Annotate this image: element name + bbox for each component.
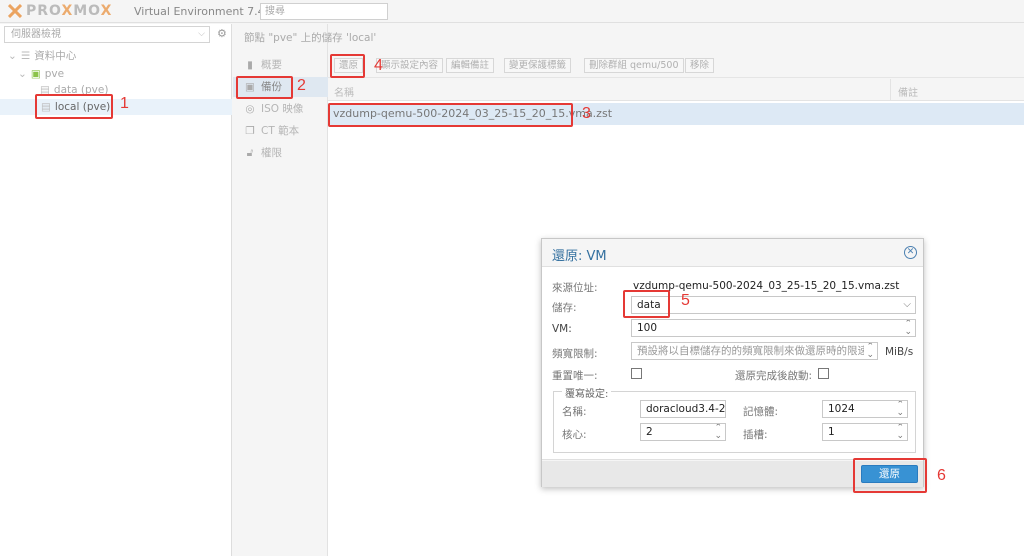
show-config-button[interactable]: 顯示設定內容: [376, 58, 444, 73]
stepper-icon[interactable]: ⌃ ⌄: [864, 343, 874, 359]
copy-icon: ❐: [245, 125, 255, 137]
restore-vm-dialog: 還原: VM ✕ 來源位址: vzdump-qemu-500-2024_03_2…: [541, 238, 924, 487]
view-selector[interactable]: 伺服器檢視 ⌵: [4, 26, 210, 43]
disc-icon: ◎: [245, 103, 255, 115]
backup-toolbar: 還原 顯示設定內容 編輯備註 變更保護標籤 刪除群組 qemu/500 移除: [328, 52, 1024, 78]
annotation-2: 2: [297, 77, 306, 94]
name-input[interactable]: doracloud3.4-202: [640, 400, 726, 418]
vmid-value: 100: [637, 322, 658, 334]
version-label: Virtual Environment 7.4-3: [134, 5, 276, 18]
memory-label: 記憶體:: [743, 406, 779, 418]
name-value: doracloud3.4-202: [646, 403, 726, 415]
highlight-box-6: [853, 458, 927, 493]
start-after-restore-label: 還原完成後啟動:: [735, 370, 813, 382]
book-icon: ▮: [247, 59, 253, 71]
annotation-5: 5: [681, 292, 690, 309]
stepper-icon[interactable]: ⌃ ⌄: [896, 401, 904, 417]
unique-label: 重置唯一:: [552, 370, 598, 382]
annotation-1: 1: [120, 95, 129, 112]
gear-icon[interactable]: ⚙: [217, 27, 227, 40]
column-header-notes[interactable]: 備註: [898, 84, 918, 99]
start-after-restore-checkbox[interactable]: [818, 368, 829, 379]
cores-input[interactable]: 2 ⌃ ⌄: [640, 423, 726, 441]
remove-button[interactable]: 移除: [685, 58, 715, 73]
highlight-box-5: [623, 290, 670, 318]
annotation-6: 6: [937, 467, 946, 484]
bandwidth-label: 頻寬限制:: [552, 348, 598, 360]
override-settings-fieldset: 覆寫設定: 名稱: doracloud3.4-202 記憶體: 1024 ⌃⌄ …: [553, 385, 916, 453]
nav-permissions[interactable]: 🔓︎ 權限: [233, 143, 328, 163]
top-header: PROXMOX Virtual Environment 7.4-3 搜尋: [0, 0, 1024, 23]
override-settings-legend: 覆寫設定:: [562, 385, 612, 400]
tree-item-datacenter[interactable]: ⌄ ☰ 資料中心: [8, 48, 76, 64]
vm-label: VM:: [552, 323, 572, 335]
storage-label: 儲存:: [552, 302, 577, 314]
dialog-body: 來源位址: vzdump-qemu-500-2024_03_25-15_20_1…: [542, 266, 923, 460]
search-input[interactable]: 搜尋: [260, 3, 388, 20]
column-header-name[interactable]: 名稱: [334, 84, 354, 99]
highlight-box-1: [35, 94, 113, 119]
storage-select[interactable]: data ⌵: [631, 296, 916, 314]
highlight-box-3: [328, 103, 573, 127]
nav-iso-images[interactable]: ◎ ISO 映像: [233, 99, 328, 119]
page-title: 節點 "pve" 上的儲存 'local': [244, 32, 377, 44]
dialog-title: 還原: VM: [552, 249, 607, 264]
chevron-down-icon: ⌄: [8, 50, 17, 62]
tree-item-pve[interactable]: ⌄ ▣ pve: [18, 66, 64, 82]
stepper-icon[interactable]: ⌃ ⌄: [714, 424, 722, 440]
stepper-icon[interactable]: ⌃ ⌄: [896, 424, 904, 440]
cores-value: 2: [646, 426, 653, 438]
view-selector-label: 伺服器檢視: [11, 29, 61, 40]
server-icon: ▣: [30, 68, 41, 80]
bandwidth-input[interactable]: 預設將以自標儲存的的頻寬限制來做還原時的限速 ⌃ ⌄: [631, 342, 878, 360]
chevron-down-icon: ⌵: [198, 29, 205, 39]
memory-value: 1024: [828, 403, 855, 415]
sockets-label: 插槽:: [743, 429, 768, 441]
bandwidth-placeholder: 預設將以自標儲存的的頻寬限制來做還原時的限速: [637, 345, 868, 357]
sockets-input[interactable]: 1 ⌃ ⌄: [822, 423, 908, 441]
chevron-down-icon: ⌄: [18, 68, 27, 80]
source-label: 來源位址:: [552, 282, 598, 294]
grid-header: 名稱 備註: [328, 79, 1024, 101]
source-value: vzdump-qemu-500-2024_03_25-15_20_15.vma.…: [633, 280, 900, 292]
annotation-4: 4: [374, 57, 383, 74]
prune-group-button[interactable]: 刪除群組 qemu/500: [584, 58, 684, 73]
column-divider: [890, 79, 891, 101]
edit-notes-button[interactable]: 編輯備註: [446, 58, 495, 73]
memory-input[interactable]: 1024 ⌃ ⌄: [822, 400, 908, 418]
bandwidth-unit: MiB/s: [885, 346, 914, 358]
proxmox-logo: PROXMOX: [26, 3, 113, 19]
stepper-icon[interactable]: ⌃ ⌄: [904, 320, 912, 336]
datacenter-icon: ☰: [20, 50, 31, 62]
highlight-box-2: [236, 76, 293, 99]
storage-nav-panel: ▮ 概要 ▣ 備份 ◎ ISO 映像 ❐ CT 範本 🔓︎ 權限: [233, 24, 328, 556]
name-label: 名稱:: [562, 406, 587, 418]
proxmox-x-icon: [8, 4, 22, 18]
vmid-input[interactable]: 100 ⌃ ⌄: [631, 319, 916, 337]
chevron-down-icon: ⌵: [903, 299, 911, 310]
cores-label: 核心:: [562, 429, 587, 441]
close-icon[interactable]: ✕: [904, 246, 917, 259]
annotation-3: 3: [582, 105, 591, 122]
nav-summary[interactable]: ▮ 概要: [233, 55, 328, 75]
change-protection-button[interactable]: 變更保護標籤: [504, 58, 572, 73]
sockets-value: 1: [828, 426, 835, 438]
nav-ct-templates[interactable]: ❐ CT 範本: [233, 121, 328, 141]
unique-checkbox[interactable]: [631, 368, 642, 379]
unlock-icon: 🔓︎: [246, 147, 254, 159]
highlight-box-4: [330, 54, 365, 78]
